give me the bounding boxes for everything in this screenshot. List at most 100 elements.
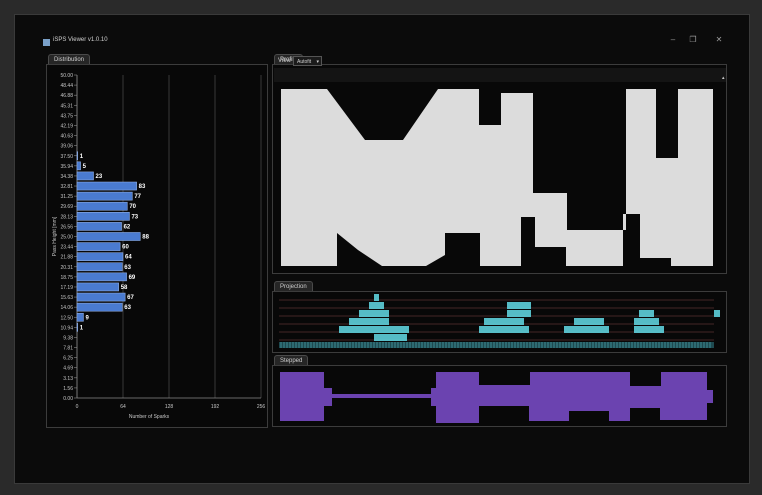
data-label: 62 [124,224,131,230]
x-tick-label: 192 [211,404,220,410]
window-title: iSPS Viewer v1.0.10 [53,37,108,43]
maximize-button[interactable]: ❐ [687,35,699,44]
projection-band [639,310,654,317]
y-tick-label: 9.38 [63,335,73,341]
app-icon [43,39,50,46]
x-tick-label: 64 [120,404,126,410]
y-tick-label: 12.50 [60,315,73,321]
y-tick-label: 18.75 [60,275,73,281]
bar [76,151,78,161]
data-label: 60 [122,245,129,251]
y-tick-label: 14.06 [60,305,73,311]
stepped-plot [280,372,713,423]
bar [76,282,119,292]
bar [76,323,78,332]
projection-plot [279,294,720,348]
profile-shape [281,89,713,266]
x-tick-label: 256 [257,404,266,410]
profile-plot: ▴ [274,68,726,266]
y-tick-label: 46.88 [60,93,73,99]
y-tick-label: 7.81 [63,346,73,352]
distribution-panel: 0 64 128 192 256 50.00 48.44 46.88 45.31 43.75 42.… [46,64,268,428]
bar [76,312,84,322]
y-tick-label: 23.44 [60,245,73,251]
y-tick-label: 31.25 [60,194,73,200]
y-tick-label: 6.25 [63,356,73,362]
stepped-shape [280,372,713,423]
y-axis-title: Pass Height [mm] [52,216,58,256]
y-tick-label: 29.69 [60,204,73,210]
data-label: 5 [83,164,87,170]
tab-projection[interactable]: Projection [274,281,313,291]
bar [76,232,141,241]
projection-band [339,326,409,333]
data-label: 1 [80,154,84,160]
x-axis-title: Number of Sparks [129,414,170,420]
y-tick-label: 20.31 [60,265,73,271]
minimize-button[interactable]: – [667,35,679,44]
y-tick-label: 42.19 [60,123,73,129]
view-label: View [278,58,291,64]
y-tick-label: 50.00 [60,73,73,79]
bar [76,201,128,211]
bar [76,171,94,181]
y-tick-label: 26.56 [60,224,73,230]
bar [76,212,130,221]
y-tick-label: 45.31 [60,103,73,109]
bar [76,252,124,261]
projection-band [484,318,524,325]
close-button[interactable]: ✕ [713,35,725,44]
bar [76,242,121,251]
data-label: 64 [125,255,132,261]
projection-band [714,310,720,317]
data-label: 70 [129,204,136,210]
data-label: 69 [129,275,136,281]
bar [76,191,133,201]
tab-distribution[interactable]: Distribution [48,54,91,64]
y-tick-label: 17.19 [60,285,73,291]
tab-stepped[interactable]: Stepped [274,355,309,365]
title-bar: iSPS Viewer v1.0.10 – ❐ ✕ [15,15,749,55]
projection-band [369,302,384,309]
data-label: 73 [131,214,138,220]
y-tick-label: 4.69 [63,366,73,372]
projection-band [507,310,531,317]
y-tick-label: 15.63 [60,295,73,301]
projection-panel [272,291,727,353]
y-tick-label: 37.50 [60,154,73,160]
projection-band [574,318,604,325]
y-tick-label: 1.56 [63,386,73,392]
projection-band [479,326,529,333]
data-label: 83 [139,184,146,190]
view-dropdown[interactable]: Autofit ▾ [293,56,322,66]
stepped-panel [272,365,727,427]
projection-band [564,326,609,333]
y-tick-label: 32.81 [60,184,73,190]
projection-band [374,294,379,301]
data-label: 88 [142,235,149,241]
data-label: 67 [127,295,134,301]
bar [76,181,137,191]
y-tick-label: 39.06 [60,144,73,150]
data-label: 9 [85,315,89,321]
view-selected: Autofit [297,59,312,65]
data-label: 1 [80,325,84,331]
bar [76,161,81,171]
projection-band [374,334,407,341]
data-label: 23 [96,174,103,180]
y-tick-label: 34.38 [60,174,73,180]
chevron-down-icon: ▾ [316,59,319,65]
projection-band [359,310,389,317]
y-tick-label: 0.00 [63,396,73,402]
profile-toolbar [274,68,726,82]
y-tick-label: 10.94 [60,325,73,331]
bar [76,272,127,282]
data-label: 63 [124,265,131,271]
bar [76,292,126,302]
y-tick-label: 48.44 [60,83,73,89]
profile-panel: ▴ [272,64,727,274]
data-label: 63 [124,305,131,311]
bar [76,222,122,231]
projection-band [507,302,531,309]
y-tick-label: 43.75 [60,113,73,119]
